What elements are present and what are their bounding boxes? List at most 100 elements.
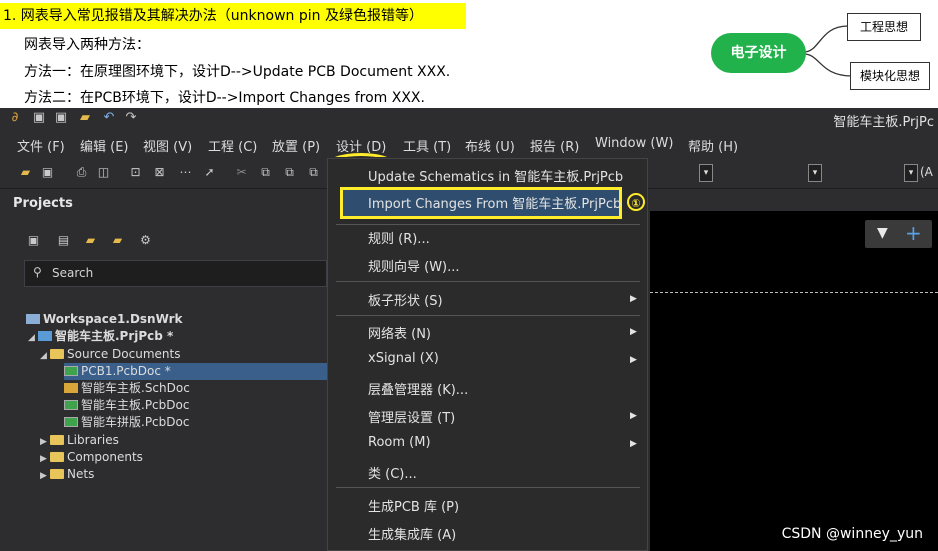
design-dropdown-menu: Update Schematics in 智能车主板.PrjPcb Import… [327, 158, 648, 551]
menu-separator [336, 224, 640, 225]
mindmap-node-top: 工程思想 [847, 13, 921, 41]
submenu-arrow-icon: ▶ [630, 327, 637, 337]
menu-item-update-schematics[interactable]: Update Schematics in 智能车主板.PrjPcb [368, 166, 623, 185]
menu-item-make-integrated-library[interactable]: 生成集成库 (A) [368, 524, 456, 543]
method-one-text: 方法一：在原理图环境下，设计D-->Update PCB Document XX… [24, 64, 451, 80]
expand-arrow-icon[interactable]: ▶ [40, 468, 50, 485]
settings-gear-icon[interactable]: ⚙ [138, 233, 153, 247]
workspace-icon [26, 313, 40, 324]
rubber-stamp-icon[interactable]: ⧉ [306, 165, 321, 179]
print-icon[interactable]: ⎙ [74, 165, 89, 179]
toolbar-dropdown-3[interactable]: ▾ [904, 164, 918, 182]
step-one-marker: ① [627, 193, 645, 211]
filter-icon[interactable]: ▼ [877, 225, 888, 241]
menu-tools[interactable]: 工具 (T) [403, 136, 451, 155]
toolbar-right-label: (A [920, 165, 933, 179]
altium-window: ∂ ▣ ▣ ▰ ↶ ↷ 智能车主板.PrjPc 文件 (F) 编辑 (E) 视图… [0, 108, 938, 551]
open-project-icon[interactable]: ▰ [110, 233, 125, 247]
search-placeholder: Search [52, 266, 94, 280]
tree-item-source-documents[interactable]: ◢ Source Documents [40, 346, 180, 363]
menu-file[interactable]: 文件 (F) [17, 136, 65, 155]
projects-panel-title: Projects [13, 196, 73, 211]
tree-item-workspace[interactable]: Workspace1.DsnWrk [26, 311, 183, 328]
app-logo-icon: ∂ [11, 110, 19, 125]
sch-doc-icon [64, 382, 78, 393]
open-folder-icon[interactable]: ▰ [78, 111, 92, 125]
projects-panel: Projects ▣ ▤ ▰ ▰ ⚙ ⚲ Search Workspace1.D… [0, 189, 327, 551]
menu-help[interactable]: 帮助 (H) [688, 136, 738, 155]
menu-item-board-shape[interactable]: 板子形状 (S) [368, 290, 443, 309]
zoom-icon[interactable]: ⊡ [128, 165, 143, 179]
tree-item-pcb1[interactable]: PCB1.PcbDoc * [64, 363, 327, 380]
add-folder-icon[interactable]: ▰ [83, 233, 98, 247]
save-project-icon[interactable]: ▣ [26, 233, 41, 247]
mindmap-node-bottom: 模块化思想 [850, 62, 930, 90]
menu-item-import-changes[interactable]: Import Changes From 智能车主板.PrjPcb [368, 193, 621, 212]
folder-icon [50, 348, 64, 359]
title-bar: ∂ ▣ ▣ ▰ ↶ ↷ 智能车主板.PrjPc [0, 108, 938, 131]
menu-project[interactable]: 工程 (C) [208, 136, 257, 155]
save-file-icon[interactable]: ▣ [40, 165, 55, 179]
menu-item-netlist[interactable]: 网络表 (N) [368, 323, 431, 342]
tree-item-nets[interactable]: ▶ Nets [40, 466, 94, 483]
menu-edit[interactable]: 编辑 (E) [80, 136, 129, 155]
menu-separator [336, 487, 640, 488]
menu-item-classes[interactable]: 类 (C)... [368, 463, 417, 482]
project-document-icon[interactable]: ▤ [56, 233, 71, 247]
redo-icon[interactable]: ↷ [124, 111, 138, 125]
tree-item-libraries[interactable]: ▶ Libraries [40, 432, 119, 449]
projects-search-input[interactable]: ⚲ Search [24, 260, 327, 287]
zoom-selected-icon[interactable]: ⊠ [152, 165, 167, 179]
toolbar-dropdown-1[interactable]: ▾ [699, 164, 713, 182]
menu-item-xsignal[interactable]: xSignal (X) [368, 351, 439, 366]
submenu-arrow-icon: ▶ [630, 439, 637, 449]
tree-item-components[interactable]: ▶ Components [40, 449, 143, 466]
select-area-icon[interactable]: ⋯ [178, 165, 193, 179]
collapse-arrow-icon[interactable]: ◢ [28, 330, 38, 347]
tree-item-pcbdoc-panel[interactable]: 智能车拼版.PcbDoc [64, 414, 189, 431]
select-icon[interactable]: ➚ [202, 165, 217, 179]
menu-item-manage-layer-sets[interactable]: 管理层设置 (T) [368, 407, 455, 426]
document-tab-band [650, 189, 938, 211]
save-all-icon[interactable]: ▣ [54, 111, 68, 125]
import-changes-highlight[interactable]: Import Changes From 智能车主板.PrjPcb [340, 187, 622, 219]
menu-item-rules-wizard[interactable]: 规则向导 (W)... [368, 256, 460, 275]
mindmap-center-node: 电子设计 [711, 33, 806, 73]
folder-icon [50, 451, 64, 462]
pcb-doc-icon [64, 365, 78, 376]
cut-icon[interactable]: ✂ [234, 165, 249, 179]
menu-item-make-pcb-library[interactable]: 生成PCB 库 (P) [368, 496, 459, 515]
menu-item-layer-stack-manager[interactable]: 层叠管理器 (K)... [368, 379, 468, 398]
menu-item-room[interactable]: Room (M) [368, 435, 431, 450]
collapse-arrow-icon[interactable]: ◢ [40, 348, 50, 365]
menu-reports[interactable]: 报告 (R) [530, 136, 579, 155]
menu-place[interactable]: 放置 (P) [272, 136, 320, 155]
board-outline-dashed-line [650, 292, 938, 293]
canvas-filter-bar: ▼ + [865, 220, 932, 248]
folder-icon [50, 434, 64, 445]
menu-window[interactable]: Window (W) [595, 136, 673, 151]
add-plus-icon[interactable]: + [905, 221, 922, 245]
undo-icon[interactable]: ↶ [102, 111, 116, 125]
save-icon[interactable]: ▣ [32, 111, 46, 125]
print-preview-icon[interactable]: ◫ [96, 165, 111, 179]
method-two-text: 方法二：在PCB环境下，设计D-->Import Changes from XX… [24, 90, 425, 106]
folder-icon [50, 468, 64, 479]
menu-view[interactable]: 视图 (V) [143, 136, 192, 155]
menu-item-rules[interactable]: 规则 (R)... [368, 228, 430, 247]
tree-item-schdoc[interactable]: 智能车主板.SchDoc [64, 380, 190, 397]
pcb-doc-icon [64, 399, 78, 410]
copy-icon[interactable]: ⧉ [258, 165, 273, 179]
watermark: CSDN @winney_yun [781, 526, 923, 542]
paste-icon[interactable]: ⧉ [282, 165, 297, 179]
search-icon: ⚲ [33, 265, 42, 279]
intro-text: 网表导入两种方法： [24, 37, 150, 53]
tree-item-pcbdoc-main[interactable]: 智能车主板.PcbDoc [64, 397, 189, 414]
pcb-canvas[interactable] [650, 211, 938, 551]
toolbar-dropdown-2[interactable]: ▾ [808, 164, 822, 182]
menu-route[interactable]: 布线 (U) [465, 136, 515, 155]
tree-item-project[interactable]: ◢ 智能车主板.PrjPcb * [28, 328, 173, 345]
project-icon [38, 330, 52, 341]
open-file-icon[interactable]: ▰ [18, 165, 33, 179]
submenu-arrow-icon: ▶ [630, 411, 637, 421]
